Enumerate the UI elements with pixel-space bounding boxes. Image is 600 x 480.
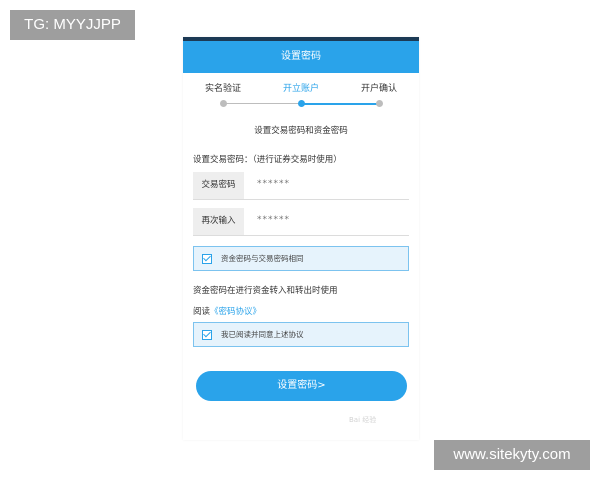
site-label: www.sitekyty.com xyxy=(434,440,590,470)
agree-checkbox-row[interactable]: 我已阅读并同意上述协议 xyxy=(193,322,409,347)
fund-password-note: 资金密码在进行资金转入和转出时使用 xyxy=(193,286,338,296)
trade-password-field[interactable]: 交易密码 ****** xyxy=(193,172,409,200)
step-label-confirm: 开户确认 xyxy=(361,84,398,94)
agree-checkbox[interactable] xyxy=(202,329,212,340)
form-subtitle: 设置交易密码和资金密码 xyxy=(254,126,348,136)
same-password-checkbox[interactable] xyxy=(202,253,212,264)
page-title: 设置密码 xyxy=(183,41,419,73)
progress-line-active xyxy=(301,103,379,105)
phone-screen: 设置密码 实名验证 开立账户 开户确认 设置交易密码和资金密码 设置交易密码：（… xyxy=(183,37,419,440)
step-label-open-account: 开立账户 xyxy=(283,84,320,94)
step-dot-done xyxy=(220,100,227,107)
agreement-line: 阅读《密码协议》 xyxy=(193,305,261,317)
baidu-watermark: Bai 经验 xyxy=(349,416,377,424)
checkmark-icon xyxy=(203,329,211,338)
tg-label: TG: MYYJJPP xyxy=(10,10,135,40)
step-label-identity: 实名验证 xyxy=(205,84,242,94)
confirm-password-field[interactable]: 再次输入 ****** xyxy=(193,208,409,236)
trade-password-input[interactable]: ****** xyxy=(257,172,290,199)
progress-line-completed xyxy=(223,103,301,104)
trade-password-label: 交易密码 xyxy=(193,172,244,199)
set-password-button[interactable]: 设置密码> xyxy=(196,371,407,401)
step-dot-pending xyxy=(376,100,383,107)
same-password-checkbox-label: 资金密码与交易密码相同 xyxy=(221,254,304,263)
step-dot-active xyxy=(298,100,305,107)
trade-password-section-label: 设置交易密码：（进行证券交易时使用） xyxy=(193,155,342,165)
agreement-prefix: 阅读 xyxy=(193,307,211,317)
step-indicator: 实名验证 开立账户 开户确认 xyxy=(183,81,419,95)
agree-checkbox-label: 我已阅读并同意上述协议 xyxy=(221,330,304,339)
confirm-password-label: 再次输入 xyxy=(193,208,244,235)
confirm-password-input[interactable]: ****** xyxy=(257,208,290,235)
same-password-checkbox-row[interactable]: 资金密码与交易密码相同 xyxy=(193,246,409,271)
password-agreement-link[interactable]: 《密码协议》 xyxy=(210,307,261,317)
checkmark-icon xyxy=(203,253,211,262)
step-progress xyxy=(220,100,383,108)
